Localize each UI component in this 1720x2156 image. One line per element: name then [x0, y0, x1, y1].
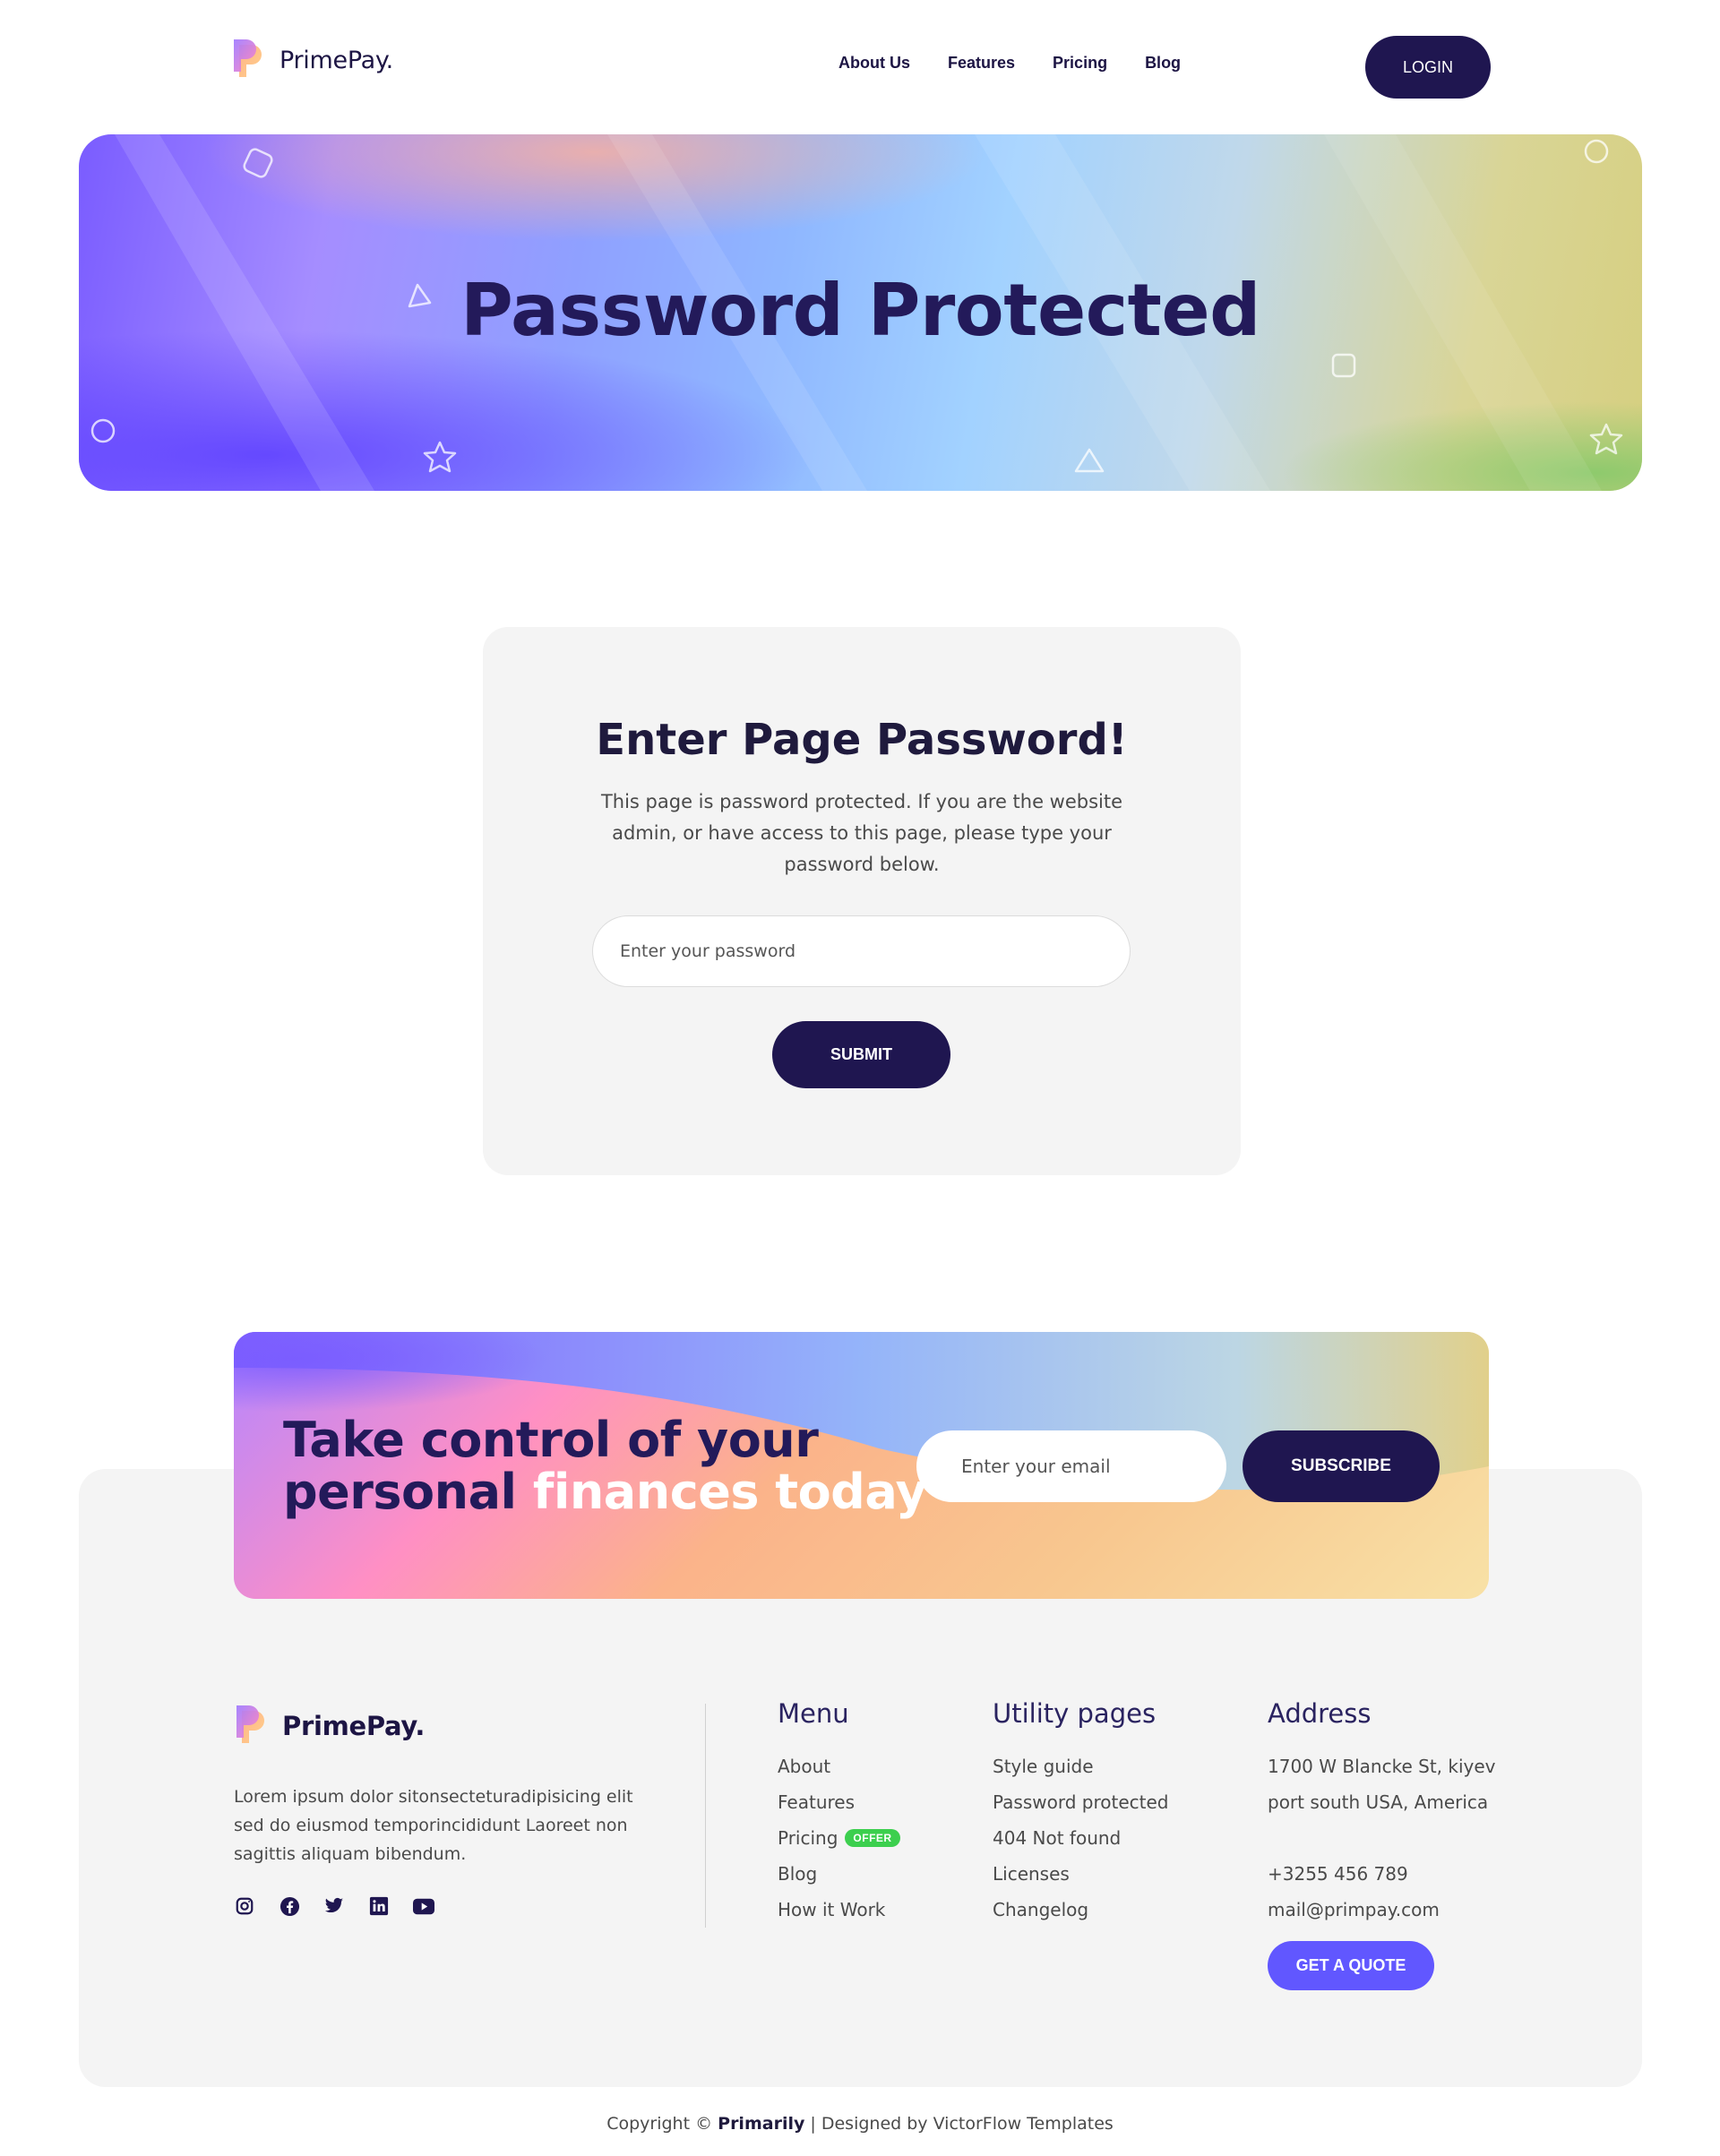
password-card-title: Enter Page Password! [596, 715, 1128, 765]
nav-item-about-us[interactable]: About Us [838, 54, 910, 73]
facebook-icon[interactable] [279, 1895, 300, 1917]
cta-heading-highlight: finances today [532, 1464, 927, 1520]
footer-link-password-protected[interactable]: Password protected [993, 1784, 1168, 1820]
nav-item-pricing[interactable]: Pricing [1053, 54, 1107, 73]
cta-heading-line-2: personal finances today [283, 1464, 927, 1520]
get-a-quote-button[interactable]: GET A QUOTE [1268, 1941, 1434, 1990]
hero-banner: Password Protected [79, 134, 1642, 491]
footer-utility-title: Utility pages [993, 1698, 1157, 1729]
brand-logo[interactable]: PrimePay. [231, 38, 393, 82]
footer-address-column: Address 1700 W Blancke St, kiyev port so… [1268, 1698, 1496, 1928]
subscribe-button[interactable]: SUBSCRIBE [1243, 1430, 1440, 1502]
twitter-icon[interactable] [323, 1895, 345, 1917]
instagram-icon[interactable] [234, 1895, 255, 1917]
footer-link-licenses[interactable]: Licenses [993, 1856, 1168, 1892]
footer-link-pricing[interactable]: Pricing OFFER [778, 1820, 900, 1856]
cta-heading-line-1: Take control of your [283, 1412, 819, 1468]
footer-link-about[interactable]: About [778, 1748, 900, 1784]
footer-address-title: Address [1268, 1698, 1372, 1729]
footer-utility-column: Utility pages Style guide Password prote… [993, 1698, 1168, 1928]
logo-mark-icon [234, 1704, 273, 1748]
linkedin-icon[interactable] [368, 1895, 390, 1917]
page-title: Password Protected [460, 269, 1260, 352]
site-header: PrimePay. About Us Features Pricing Blog… [0, 0, 1720, 134]
password-card: Enter Page Password! This page is passwo… [483, 627, 1241, 1175]
footer-link-style-guide[interactable]: Style guide [993, 1748, 1168, 1784]
nav-item-features[interactable]: Features [948, 54, 1015, 73]
footer-link-blog[interactable]: Blog [778, 1856, 900, 1892]
cta-heading-dark: personal [283, 1464, 517, 1520]
password-input[interactable] [592, 915, 1131, 987]
nav-item-blog[interactable]: Blog [1145, 54, 1181, 73]
footer-link-features[interactable]: Features [778, 1784, 900, 1820]
footer-link-pricing-label: Pricing [778, 1827, 838, 1849]
footer-about-text: Lorem ipsum dolor sitonsecteturadipisici… [234, 1787, 633, 1864]
social-links [234, 1895, 434, 1917]
footer-logo[interactable]: PrimePay. [234, 1704, 425, 1748]
newsletter-cta: Take control of your personal finances t… [234, 1332, 1489, 1599]
footer-link-how-it-work[interactable]: How it Work [778, 1892, 900, 1928]
footer-brand-name: PrimePay. [282, 1711, 426, 1741]
footer-link-changelog[interactable]: Changelog [993, 1892, 1168, 1928]
main-nav: About Us Features Pricing Blog [838, 54, 1181, 73]
login-button[interactable]: LOGIN [1365, 36, 1491, 99]
address-line-1: 1700 W Blancke St, kiyev [1268, 1756, 1496, 1777]
footer-link-404[interactable]: 404 Not found [993, 1820, 1168, 1856]
footer-divider [705, 1704, 706, 1928]
password-card-description: This page is password protected. If you … [600, 791, 1123, 875]
submit-button[interactable]: SUBMIT [772, 1021, 950, 1088]
address-spacer [1268, 1820, 1496, 1856]
email-input[interactable] [916, 1430, 1226, 1502]
copyright-prefix: Copyright © [606, 2114, 713, 2134]
logo-mark-icon [231, 38, 271, 82]
copyright: Copyright © Primarily | Designed by Vict… [0, 2114, 1720, 2134]
footer-menu-title: Menu [778, 1698, 849, 1729]
phone-number[interactable]: +3255 456 789 [1268, 1856, 1496, 1892]
copyright-suffix: | Designed by VictorFlow Templates [810, 2114, 1114, 2134]
offer-badge: OFFER [845, 1829, 900, 1847]
copyright-brand[interactable]: Primarily [718, 2114, 804, 2134]
email-address[interactable]: mail@primpay.com [1268, 1892, 1496, 1928]
youtube-icon[interactable] [413, 1895, 434, 1917]
brand-name: PrimePay. [280, 46, 393, 74]
address-line-2: port south USA, America [1268, 1791, 1489, 1813]
cta-heading: Take control of your personal finances t… [283, 1412, 927, 1520]
footer-menu-column: Menu About Features Pricing OFFER Blog H… [778, 1698, 900, 1928]
